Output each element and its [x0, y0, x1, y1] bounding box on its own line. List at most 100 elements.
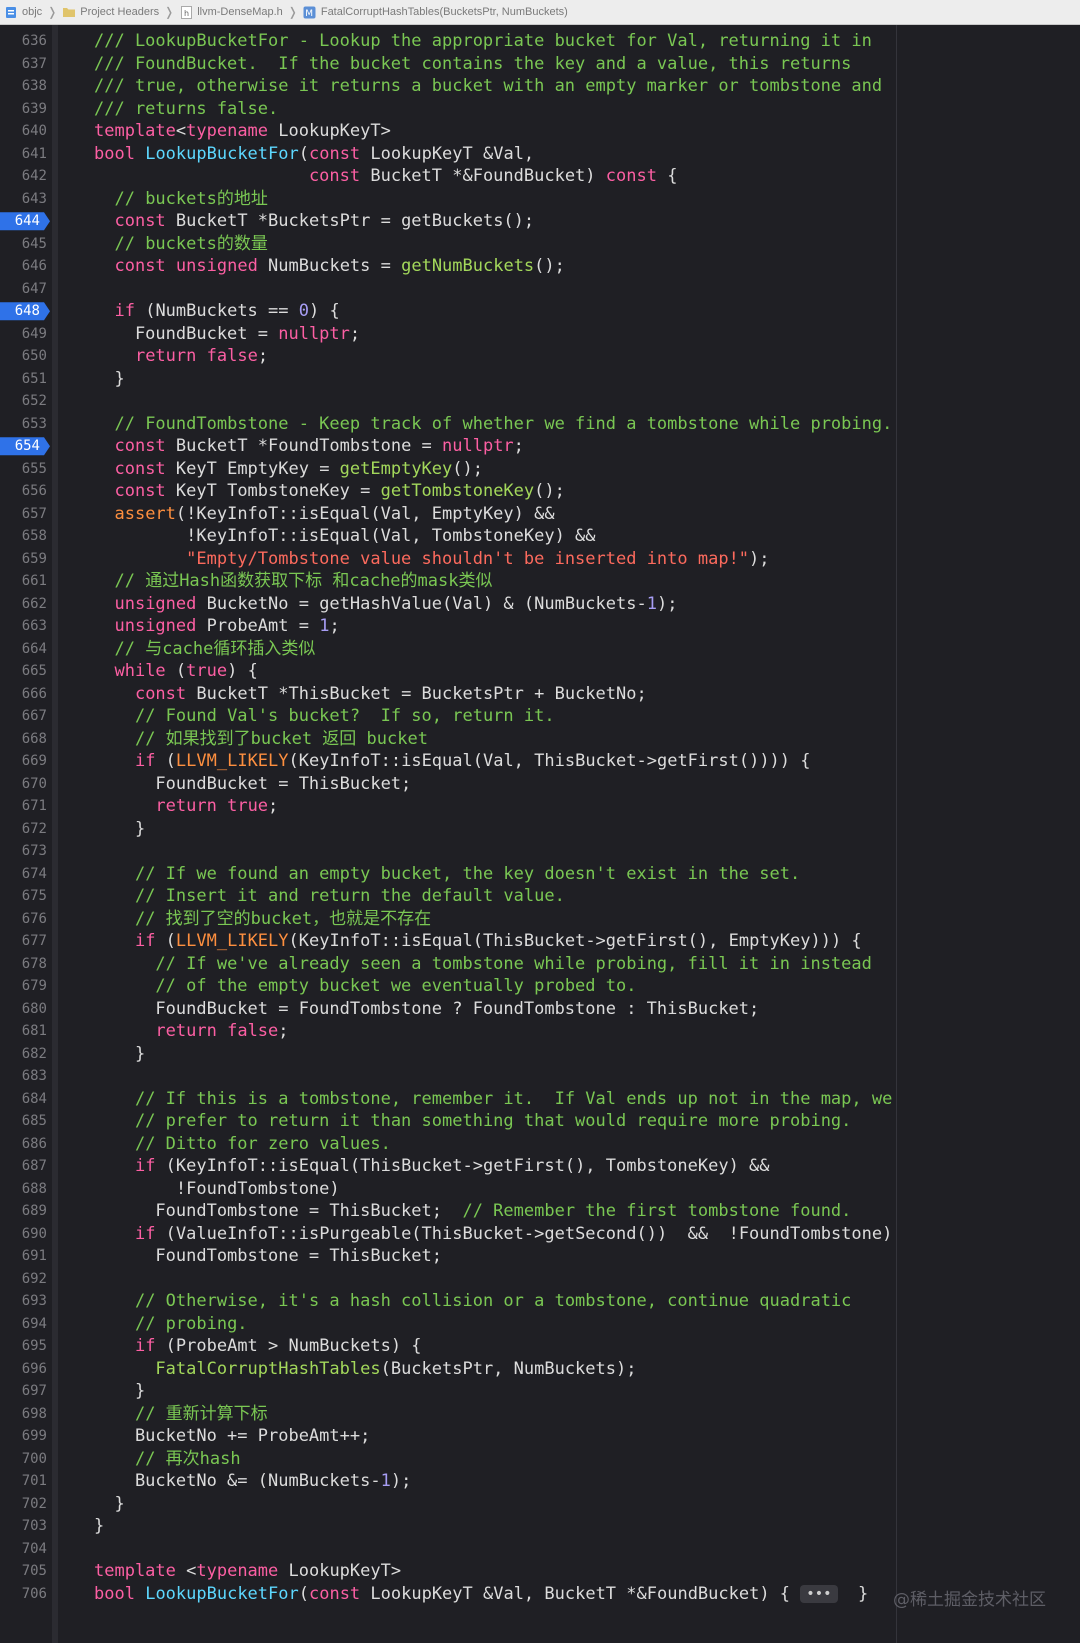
line-number[interactable]: 655 — [0, 458, 47, 481]
breadcrumb-item[interactable]: objc — [4, 5, 42, 19]
code-text[interactable]: FoundBucket = nullptr; — [94, 323, 360, 346]
code-text[interactable]: } — [94, 1493, 124, 1516]
line-number[interactable]: 696 — [0, 1358, 47, 1381]
code-text[interactable]: // 找到了空的bucket，也就是不存在 — [94, 908, 431, 931]
line-number[interactable]: 642 — [0, 165, 47, 188]
code-text[interactable]: const KeyT EmptyKey = getEmptyKey(); — [94, 458, 483, 481]
line-number[interactable]: 679 — [0, 975, 47, 998]
code-text[interactable]: if (ValueInfoT::isPurgeable(ThisBucket->… — [94, 1223, 892, 1246]
line-number[interactable]: 681 — [0, 1020, 47, 1043]
line-number[interactable]: 641 — [0, 143, 47, 166]
code-text[interactable]: return false; — [94, 345, 268, 368]
line-number[interactable]: 692 — [0, 1268, 47, 1291]
code-text[interactable]: // 通过Hash函数获取下标 和cache的mask类似 — [94, 570, 492, 593]
line-number[interactable]: 693 — [0, 1290, 47, 1313]
line-number[interactable]: 638 — [0, 75, 47, 98]
code-text[interactable]: if (KeyInfoT::isEqual(ThisBucket->getFir… — [94, 1155, 770, 1178]
code-text[interactable]: } — [94, 818, 145, 841]
code-text[interactable]: const KeyT TombstoneKey = getTombstoneKe… — [94, 480, 564, 503]
line-number[interactable]: 647 — [0, 278, 47, 301]
code-text[interactable]: const BucketT *BucketsPtr = getBuckets()… — [94, 210, 534, 233]
line-number[interactable]: 672 — [0, 818, 47, 841]
code-text[interactable]: /// FoundBucket. If the bucket contains … — [94, 53, 851, 76]
line-number[interactable]: 643 — [0, 188, 47, 211]
code-text[interactable]: /// LookupBucketFor - Lookup the appropr… — [94, 30, 872, 53]
line-number[interactable]: 682 — [0, 1043, 47, 1066]
line-number[interactable]: 646 — [0, 255, 47, 278]
line-number[interactable]: 663 — [0, 615, 47, 638]
line-number[interactable]: 662 — [0, 593, 47, 616]
line-number[interactable]: 677 — [0, 930, 47, 953]
code-text[interactable]: // If this is a tombstone, remember it. … — [94, 1088, 892, 1111]
code-text[interactable]: // FoundTombstone - Keep track of whethe… — [94, 413, 892, 436]
line-number[interactable]: 640 — [0, 120, 47, 143]
code-text[interactable]: template<typename LookupKeyT> — [94, 120, 391, 143]
line-number[interactable]: 665 — [0, 660, 47, 683]
code-text[interactable]: unsigned BucketNo = getHashValue(Val) & … — [94, 593, 677, 616]
line-number[interactable]: 652 — [0, 390, 47, 413]
line-number[interactable]: 694 — [0, 1313, 47, 1336]
breakpoint-marker[interactable]: 644 — [0, 212, 50, 231]
line-number[interactable]: 686 — [0, 1133, 47, 1156]
line-number[interactable]: 697 — [0, 1380, 47, 1403]
code-text[interactable]: } — [94, 368, 124, 391]
code-text[interactable]: return false; — [94, 1020, 288, 1043]
line-number[interactable]: 658 — [0, 525, 47, 548]
line-number[interactable]: 698 — [0, 1403, 47, 1426]
line-number[interactable]: 690 — [0, 1223, 47, 1246]
code-text[interactable]: const unsigned NumBuckets = getNumBucket… — [94, 255, 564, 278]
code-text[interactable]: // 如果找到了bucket 返回 bucket — [94, 728, 428, 751]
line-number[interactable]: 675 — [0, 885, 47, 908]
line-number[interactable]: 673 — [0, 840, 47, 863]
line-number[interactable]: 650 — [0, 345, 47, 368]
code-text[interactable]: // prefer to return it than something th… — [94, 1110, 851, 1133]
code-text[interactable]: template <typename LookupKeyT> — [94, 1560, 401, 1583]
line-number[interactable]: 651 — [0, 368, 47, 391]
code-text[interactable]: FoundBucket = ThisBucket; — [94, 773, 411, 796]
line-number[interactable]: 683 — [0, 1065, 47, 1088]
code-text[interactable]: // If we've already seen a tombstone whi… — [94, 953, 871, 976]
line-number[interactable]: 656 — [0, 480, 47, 503]
code-text[interactable]: bool LookupBucketFor(const LookupKeyT &V… — [94, 1583, 868, 1606]
breadcrumb-item[interactable]: M FatalCorruptHashTables(BucketsPtr, NumB… — [303, 5, 568, 19]
line-number[interactable]: 668 — [0, 728, 47, 751]
code-text[interactable]: bool LookupBucketFor(const LookupKeyT &V… — [94, 143, 534, 166]
code-text[interactable]: // buckets的地址 — [94, 188, 267, 211]
code-text[interactable]: // buckets的数量 — [94, 233, 267, 256]
code-text[interactable]: !FoundTombstone) — [94, 1178, 340, 1201]
code-text[interactable]: /// returns false. — [94, 98, 278, 121]
code-text[interactable]: if (LLVM_LIKELY(KeyInfoT::isEqual(ThisBu… — [94, 930, 862, 953]
line-number[interactable]: 674 — [0, 863, 47, 886]
line-number[interactable]: 705 — [0, 1560, 47, 1583]
line-number[interactable]: 706 — [0, 1583, 47, 1606]
folded-code-ellipsis[interactable]: ••• — [800, 1584, 838, 1603]
line-number[interactable]: 684 — [0, 1088, 47, 1111]
code-text[interactable]: while (true) { — [94, 660, 257, 683]
code-text[interactable]: /// true, otherwise it returns a bucket … — [94, 75, 882, 98]
code-text[interactable]: // Ditto for zero values. — [94, 1133, 391, 1156]
line-number[interactable]: 657 — [0, 503, 47, 526]
line-number[interactable]: 645 — [0, 233, 47, 256]
code-text[interactable]: BucketNo &= (NumBuckets-1); — [94, 1470, 411, 1493]
line-number[interactable]: 703 — [0, 1515, 47, 1538]
line-number[interactable]: 653 — [0, 413, 47, 436]
code-text[interactable]: const BucketT *ThisBucket = BucketsPtr +… — [94, 683, 647, 706]
code-text[interactable]: FoundTombstone = ThisBucket; // Remember… — [94, 1200, 851, 1223]
line-number[interactable]: 688 — [0, 1178, 47, 1201]
line-number[interactable]: 691 — [0, 1245, 47, 1268]
breakpoint-marker[interactable]: 654 — [0, 437, 50, 456]
line-number[interactable]: 659 — [0, 548, 47, 571]
code-text[interactable]: const BucketT *FoundTombstone = nullptr; — [94, 435, 523, 458]
code-text[interactable]: // Otherwise, it's a hash collision or a… — [94, 1290, 851, 1313]
code-text[interactable]: if (ProbeAmt > NumBuckets) { — [94, 1335, 422, 1358]
code-text[interactable]: !KeyInfoT::isEqual(Val, TombstoneKey) && — [94, 525, 595, 548]
code-text[interactable]: unsigned ProbeAmt = 1; — [94, 615, 339, 638]
line-number[interactable]: 661 — [0, 570, 47, 593]
line-number[interactable]: 695 — [0, 1335, 47, 1358]
line-number[interactable]: 702 — [0, 1493, 47, 1516]
line-number[interactable]: 700 — [0, 1448, 47, 1471]
line-number[interactable]: 680 — [0, 998, 47, 1021]
line-number[interactable]: 704 — [0, 1538, 47, 1561]
line-number[interactable]: 639 — [0, 98, 47, 121]
code-text[interactable]: FoundBucket = FoundTombstone ? FoundTomb… — [94, 998, 759, 1021]
